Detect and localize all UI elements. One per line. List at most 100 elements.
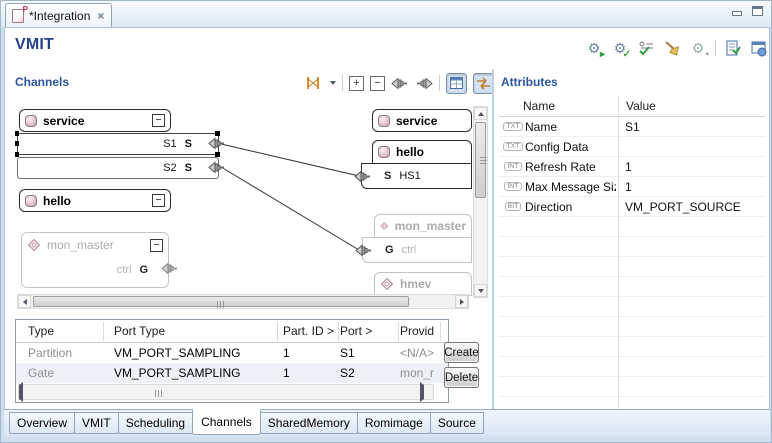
- scroll-down-arrow[interactable]: [474, 284, 487, 297]
- port-row-gate-ctrl[interactable]: G ctrl: [362, 237, 472, 263]
- build-run-icon[interactable]: ⚙▸: [585, 39, 603, 57]
- collapse-toggle[interactable]: −: [152, 114, 165, 127]
- integration-editor-window: P *Integration × VMIT ⚙▸ ⚙✓ ⚙▪ Channels: [0, 0, 772, 443]
- show-dest-ports-icon[interactable]: [415, 74, 433, 92]
- gate-port-row[interactable]: ctrl G: [22, 257, 168, 283]
- collapse-all-icon[interactable]: −: [370, 76, 385, 91]
- create-button[interactable]: Create: [444, 342, 479, 363]
- empty-row: [499, 357, 765, 377]
- block-title: service: [43, 114, 84, 128]
- attribute-name: Refresh Rate: [523, 160, 616, 174]
- block-title: mon_master: [395, 219, 466, 233]
- tab-scheduling[interactable]: Scheduling: [118, 412, 193, 434]
- partition-block-service-left[interactable]: service −: [19, 109, 171, 132]
- attribute-row[interactable]: INT Max Message Siz 1: [499, 177, 765, 197]
- attribute-value[interactable]: 1: [616, 180, 632, 194]
- delete-button[interactable]: Delete: [444, 367, 479, 388]
- attribute-row[interactable]: INT Refresh Rate 1: [499, 157, 765, 177]
- scroll-right-arrow[interactable]: [455, 295, 468, 308]
- attribute-row[interactable]: TXT Config Data: [499, 137, 765, 157]
- port-connector-icon[interactable]: [208, 161, 226, 174]
- partition-icon: [25, 195, 37, 207]
- channel-layout-icon[interactable]: [304, 74, 322, 92]
- diagram-horizontal-scrollbar[interactable]: [17, 294, 469, 309]
- attribute-value[interactable]: 1: [616, 160, 632, 174]
- expand-all-icon[interactable]: +: [349, 76, 364, 91]
- partition-block-hello-left[interactable]: hello −: [19, 189, 171, 212]
- scroll-right-arrow[interactable]: [420, 385, 433, 398]
- column-header-part-id[interactable]: Part. ID >: [283, 324, 334, 338]
- port-row-hs1[interactable]: S HS1: [361, 163, 472, 189]
- attribute-name: Max Message Siz: [523, 180, 616, 194]
- chevron-down-icon[interactable]: [330, 81, 336, 85]
- port-connector-icon[interactable]: [355, 244, 373, 257]
- port-row-s2[interactable]: S2 S: [17, 157, 219, 179]
- attribute-value[interactable]: VM_PORT_SOURCE: [616, 200, 741, 214]
- selection-handle[interactable]: [15, 152, 19, 157]
- cell-provider: mon_r: [400, 366, 434, 380]
- scroll-left-arrow[interactable]: [18, 295, 31, 308]
- column-header-port[interactable]: Port >: [340, 324, 372, 338]
- tab-overview[interactable]: Overview: [9, 412, 75, 434]
- cell-part-id: 1: [283, 366, 290, 380]
- partition-block-hello-right[interactable]: hello: [372, 140, 472, 164]
- scroll-left-arrow[interactable]: [19, 385, 32, 398]
- column-header-provider[interactable]: Provid: [400, 324, 434, 338]
- column-header-port-type[interactable]: Port Type: [114, 324, 165, 338]
- port-connector-icon[interactable]: [208, 137, 226, 150]
- section-divider[interactable]: [492, 69, 494, 409]
- tab-channels[interactable]: Channels: [192, 409, 261, 435]
- tab-romimage[interactable]: Romimage: [357, 412, 431, 434]
- table-row[interactable]: Partition VM_PORT_SAMPLING 1 S1 <N/A>: [16, 343, 448, 363]
- clean-broom-icon[interactable]: [663, 39, 681, 57]
- cell-part-id: 1: [283, 346, 290, 360]
- scroll-thumb[interactable]: [33, 296, 409, 307]
- show-source-ports-icon[interactable]: [391, 74, 409, 92]
- port-connector-icon[interactable]: [354, 170, 372, 183]
- collapse-toggle[interactable]: −: [150, 239, 163, 252]
- editor-tab-strip: [1, 1, 772, 27]
- diagram-vertical-scrollbar[interactable]: [473, 106, 488, 298]
- close-icon[interactable]: ×: [95, 9, 104, 23]
- partition-block-service-right[interactable]: service: [372, 109, 472, 132]
- channel-diagram-canvas[interactable]: service − S1 S S2 S hello − mon_master −: [15, 104, 489, 311]
- checklist-icon[interactable]: [724, 39, 742, 57]
- selection-handle[interactable]: [15, 141, 19, 146]
- table-row[interactable]: Gate VM_PORT_SAMPLING 1 S2 mon_r: [16, 363, 448, 383]
- port-direction: G: [139, 264, 148, 276]
- table-horizontal-scrollbar[interactable]: [18, 384, 434, 400]
- table-view-toggle[interactable]: [446, 73, 467, 94]
- selection-handle[interactable]: [215, 152, 220, 157]
- save-build-icon[interactable]: ⚙▪: [689, 39, 707, 57]
- attribute-row[interactable]: TXT Name S1: [499, 117, 765, 137]
- port-name: ctrl: [402, 244, 417, 256]
- scroll-thumb[interactable]: [33, 386, 285, 397]
- connection-view-toggle[interactable]: [473, 73, 494, 94]
- editor-tab-integration[interactable]: P *Integration ×: [5, 3, 112, 27]
- gate-block-mon-master-left[interactable]: mon_master − ctrl G: [21, 232, 169, 288]
- port-row-s1[interactable]: S1 S: [17, 133, 219, 155]
- column-header-type[interactable]: Type: [28, 324, 54, 338]
- selection-handle[interactable]: [15, 131, 19, 136]
- port-connector-icon[interactable]: [161, 262, 179, 275]
- attribute-value[interactable]: S1: [616, 120, 640, 134]
- tab-vmit[interactable]: VMIT: [74, 412, 119, 434]
- validate-icon[interactable]: [637, 39, 655, 57]
- attribute-name: Name: [523, 120, 616, 134]
- maximize-icon[interactable]: [752, 6, 763, 16]
- gate-block-mon-master-right[interactable]: mon_master: [374, 214, 472, 238]
- port-name: S1: [163, 138, 176, 150]
- view-controls: [732, 6, 763, 16]
- console-window-icon[interactable]: [750, 39, 768, 57]
- block-title: hello: [396, 145, 424, 159]
- build-check-icon[interactable]: ⚙✓: [611, 39, 629, 57]
- selection-handle[interactable]: [215, 131, 220, 136]
- minimize-icon[interactable]: [732, 11, 742, 16]
- attribute-row[interactable]: BIT Direction VM_PORT_SOURCE: [499, 197, 765, 217]
- scroll-up-arrow[interactable]: [474, 107, 487, 120]
- tab-source[interactable]: Source: [430, 412, 484, 434]
- tab-sharedmemory[interactable]: SharedMemory: [260, 412, 358, 434]
- gate-block-hmev-right[interactable]: hmev: [374, 272, 472, 296]
- scroll-thumb[interactable]: [475, 122, 486, 198]
- collapse-toggle[interactable]: −: [152, 194, 165, 207]
